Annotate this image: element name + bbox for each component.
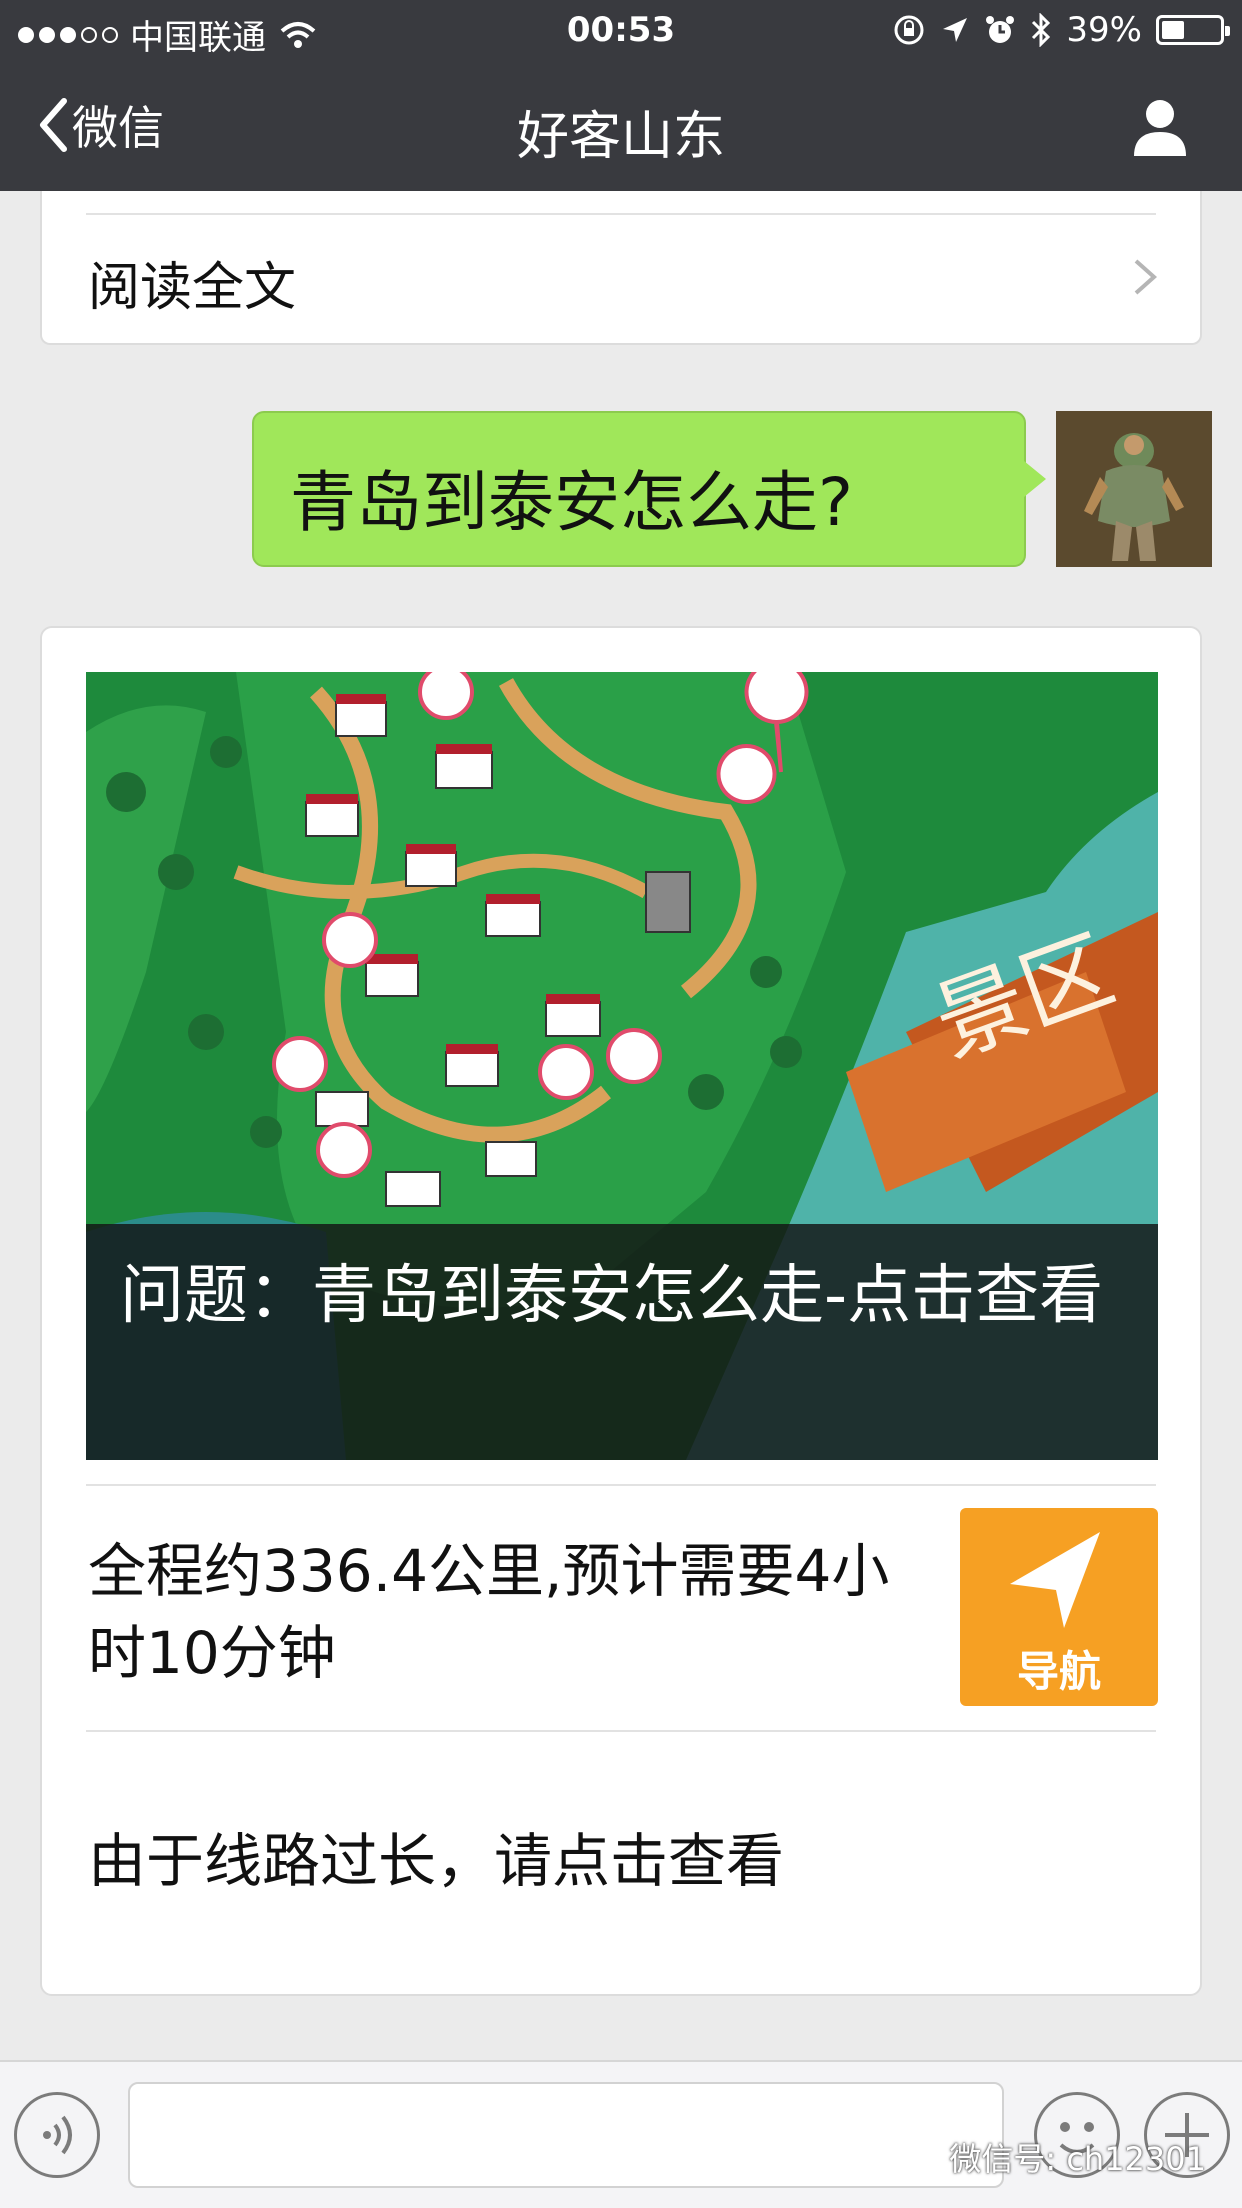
profile-icon[interactable] [1128, 94, 1192, 158]
status-bar: 中国联通 00:53 39% [0, 0, 1242, 62]
user-avatar[interactable] [1056, 411, 1212, 567]
battery-icon [1156, 15, 1230, 45]
message-input[interactable] [128, 2082, 1004, 2188]
watermark: 微信号: ch12301 [897, 2134, 1206, 2180]
cover-caption: 问题：青岛到泰安怎么走-点击查看 [86, 1224, 1158, 1460]
rotation-lock-icon [894, 15, 924, 45]
read-full-article-label: 阅读全文 [88, 258, 297, 318]
alarm-icon [986, 16, 1015, 43]
page-title: 好客山东 [516, 107, 725, 167]
route-summary[interactable]: 全程约336.4公里,预计需要4小时10分钟 [88, 1530, 928, 1694]
divider [86, 1730, 1156, 1732]
bluetooth-icon [1032, 13, 1051, 47]
navigate-button[interactable]: 导航 [960, 1508, 1158, 1706]
route-too-long-note[interactable]: 由于线路过长，请点击查看 [88, 1814, 784, 1898]
battery-percent: 39% [1066, 10, 1142, 50]
sent-message-text: 青岛到泰安怎么走? [290, 464, 854, 541]
divider [86, 1484, 1156, 1486]
route-answer-card: 景区 问题：青岛到泰安怎么走-点击查看 全程约336.4公里,预计需要4小时10… [40, 626, 1202, 1996]
status-right: 39% [892, 10, 1230, 50]
voice-button[interactable] [14, 2092, 100, 2178]
navigation-arrow-icon [1010, 1532, 1100, 1628]
watermark-text: 微信号: ch12301 [949, 2140, 1206, 2178]
statue-figure-icon [1056, 411, 1212, 567]
divider [86, 213, 1156, 215]
voice-icon [43, 2115, 72, 2155]
read-full-article-card[interactable]: 阅读全文 [40, 191, 1202, 345]
chevron-right-icon [1134, 259, 1158, 295]
nav-bar: 微信 好客山东 [0, 62, 1242, 191]
navigate-button-label: 导航 [1016, 1647, 1101, 1696]
top-bar: 中国联通 00:53 39% 微信 好客山东 [0, 0, 1242, 191]
sent-message-bubble[interactable]: 青岛到泰安怎么走? [252, 411, 1046, 567]
location-icon [943, 18, 968, 42]
battery-fill [1162, 21, 1184, 39]
wechat-logo-icon [897, 2140, 940, 2174]
cover-image[interactable]: 景区 问题：青岛到泰安怎么走-点击查看 [86, 672, 1158, 1460]
